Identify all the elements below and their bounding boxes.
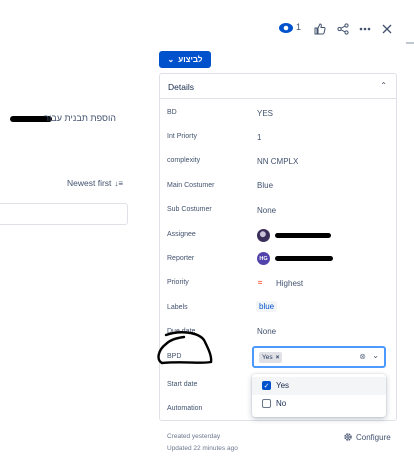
field-value-main-costumer[interactable]: Blue [257,181,273,190]
option-yes[interactable]: ✓ Yes [252,377,386,395]
panel-edge [406,42,414,44]
option-no[interactable]: No [252,395,386,413]
details-header[interactable]: Details ⌃ [160,74,396,99]
field-label-int-priority: Int Priorty [167,133,197,140]
field-label-reporter: Reporter [167,255,195,262]
field-label-priority: Priority [167,279,189,286]
redaction-mark [275,233,331,238]
comment-input[interactable] [0,203,128,225]
field-value-sub-costumer[interactable]: None [257,206,276,215]
field-label-bd: BD [167,109,177,116]
assignee-avatar[interactable] [257,229,270,242]
updated-meta: Updated 22 minutes ago [167,445,238,452]
created-meta: Created yesterday [167,433,221,440]
clear-icon[interactable]: ⊗ [359,352,366,361]
details-title: Details [168,82,194,92]
field-label-assignee: Assignee [167,231,196,238]
eye-icon[interactable] [278,21,294,35]
label-chip[interactable]: blue [256,301,278,312]
share-icon[interactable] [334,20,352,38]
field-label-start-date: Start date [167,381,198,388]
checkbox-unchecked-icon[interactable] [262,399,271,408]
option-label: No [276,399,287,408]
chevron-up-icon[interactable]: ⌃ [380,81,387,90]
status-button[interactable]: ⌄ לביצוע [159,51,211,68]
more-icon[interactable] [356,20,374,38]
chip-label: Yes [262,354,273,361]
field-label-sub-costumer: Sub Costumer [167,206,212,213]
status-chevron-icon: ⌄ [167,54,175,64]
details-panel: Details ⌃ [159,73,397,421]
remove-chip-icon[interactable]: × [276,354,280,361]
redaction-mark [275,256,333,261]
chevron-down-icon[interactable]: ⌄ [372,351,379,360]
field-label-automation: Automation [167,405,203,412]
close-icon[interactable] [378,20,396,38]
reporter-avatar[interactable]: HG [257,252,270,265]
selected-chip: Yes × [259,352,283,363]
sort-label: Newest first [67,178,112,188]
bpd-select[interactable]: Yes × ⊗ ⌄ [252,346,386,368]
option-label: Yes [276,381,290,390]
field-label-main-costumer: Main Costumer [167,182,215,189]
watch-count[interactable]: 1 [296,22,301,32]
sort-button[interactable]: Newest first ↓≡ [67,178,123,188]
field-label-labels: Labels [167,304,188,311]
field-value-int-priority[interactable]: 1 [257,133,261,142]
gear-icon [344,433,352,441]
checkbox-checked-icon[interactable]: ✓ [262,381,271,390]
status-label: לביצוע [178,55,203,64]
field-label-complexity: complexity [167,157,201,164]
comment-text: הוספת תבנית עבור [44,113,116,123]
priority-highest-icon: ≈ [258,278,263,287]
field-value-complexity[interactable]: NN CMPLX [257,157,298,166]
configure-label: Configure [356,432,391,442]
field-value-priority[interactable]: Highest [276,279,303,288]
configure-button[interactable]: Configure [343,432,391,442]
field-value-bd[interactable]: YES [257,109,273,118]
field-value-due-date[interactable]: None [257,327,276,336]
thumbs-up-icon[interactable] [311,20,329,38]
bpd-options-menu: ✓ Yes No [252,374,386,417]
sort-icon: ↓≡ [114,179,124,188]
annotation-circle [157,331,213,365]
